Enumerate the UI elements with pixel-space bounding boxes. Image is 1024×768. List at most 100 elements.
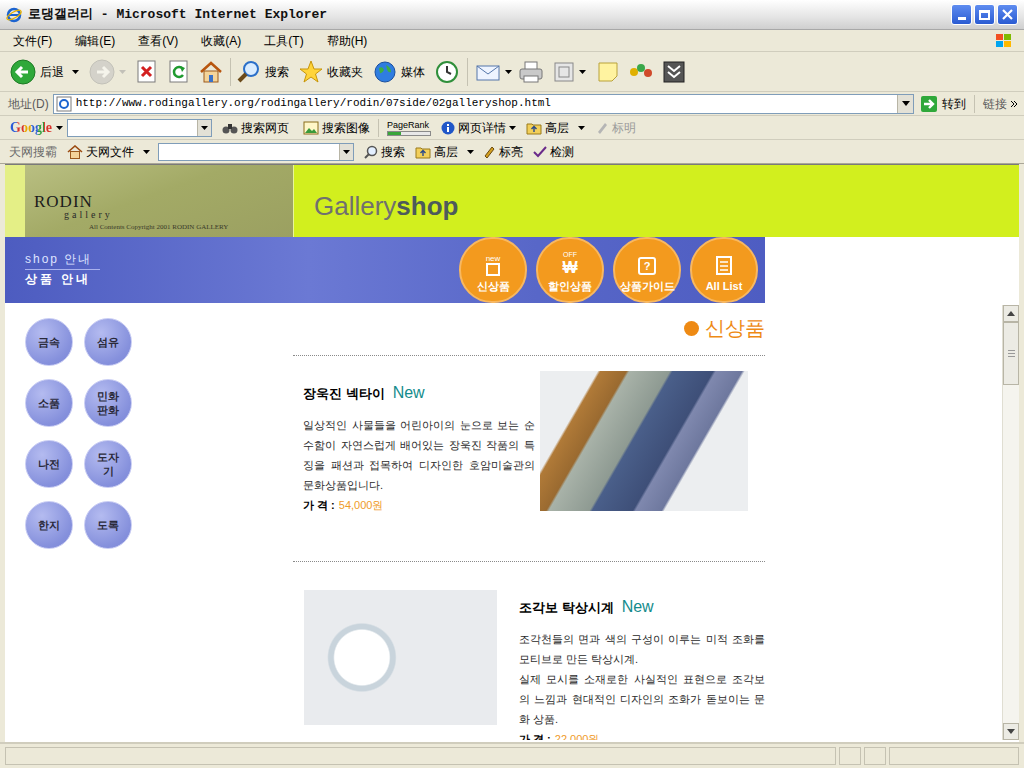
section-title: 신상품 — [705, 313, 765, 343]
back-button[interactable]: 后退 — [10, 59, 83, 85]
mail-button[interactable] — [476, 61, 512, 83]
tianwang-up-label: 高层 — [434, 143, 458, 161]
product-card[interactable]: 조각보 탁상시계New조각천들의 면과 색의 구성이 이루는 미적 조화를 모티… — [293, 562, 765, 740]
nav-button[interactable]: ?상품가이드 — [613, 237, 681, 303]
menu-item[interactable]: 收藏(A) — [195, 31, 247, 51]
dropdown-icon — [902, 101, 910, 106]
magnifier-icon — [237, 60, 261, 84]
note-button[interactable] — [596, 60, 620, 84]
down-arrow-icon — [1007, 729, 1015, 734]
category-label: 한지 — [38, 518, 60, 532]
scroll-thumb[interactable] — [1003, 322, 1019, 385]
nav-badge: OFF — [563, 251, 577, 259]
maximize-button[interactable] — [974, 4, 995, 25]
scroll-up-button[interactable] — [1003, 305, 1019, 322]
binoculars-icon — [222, 121, 238, 135]
menu-item[interactable]: 编辑(E) — [69, 31, 121, 51]
nav-glyph: ₩ — [562, 259, 577, 276]
tianwang-check-button[interactable]: 检测 — [533, 143, 574, 161]
product-price: 가 격 :54,000원 — [303, 495, 535, 515]
tianwang-search-button[interactable]: 搜索 — [364, 143, 405, 161]
tianwang-highlight-button[interactable]: 标亮 — [482, 143, 523, 161]
stop-button[interactable] — [136, 60, 158, 84]
tianwang-search-label: 搜索 — [381, 143, 405, 161]
nav-button[interactable]: new신상품 — [459, 237, 527, 303]
up-button[interactable]: 高层 — [526, 119, 585, 137]
close-button[interactable] — [997, 4, 1018, 25]
search-web-button[interactable]: 搜索网页 — [222, 119, 289, 137]
tianwang-up-button[interactable]: 高层 — [415, 143, 474, 161]
address-bar: 地址(D) http://www.rodingallery.org/roding… — [0, 92, 1024, 116]
toolbar: 后退 搜索 收藏夹 媒体 — [0, 52, 1024, 92]
search-button[interactable]: 搜索 — [237, 60, 289, 84]
category-button[interactable]: 소품 — [25, 379, 73, 427]
tianwang-highlight-label: 标亮 — [499, 143, 523, 161]
google-search-field[interactable] — [67, 119, 212, 137]
new-badge: New — [393, 381, 425, 405]
media-label: 媒体 — [401, 63, 425, 81]
tianwang-toolbar: 天网搜霸 天网文件 搜索 高层 标亮 检测 — [0, 140, 1024, 164]
product-name[interactable]: 조각보 탁상시계 — [519, 598, 614, 618]
menu-item[interactable]: 查看(V) — [132, 31, 184, 51]
note-icon — [596, 60, 620, 84]
google-toolbar: Google 搜索网页 搜索图像 PageRank 网页详情 高层 — [0, 116, 1024, 140]
media-button[interactable]: 媒体 — [373, 60, 425, 84]
scroll-down-button[interactable] — [1003, 723, 1019, 740]
category-label: 금속 — [38, 335, 60, 349]
home-button[interactable] — [198, 60, 224, 84]
site-logo[interactable]: RODIN gallery All Contents Copyright 200… — [25, 165, 293, 237]
close-icon — [1002, 9, 1013, 20]
plugin-button[interactable] — [628, 60, 654, 84]
windows-logo-icon — [994, 32, 1014, 50]
category-button[interactable]: 도록 — [84, 501, 132, 549]
messenger-button[interactable] — [662, 60, 686, 84]
dropdown-icon — [467, 150, 474, 154]
tianwang-search-field[interactable] — [158, 143, 354, 161]
side-menu-item[interactable]: 상품 안내 — [25, 270, 100, 289]
google-logo[interactable]: Google — [10, 117, 52, 138]
links-button[interactable]: 链接 — [983, 95, 1018, 113]
nav-icon-area: new — [486, 248, 501, 276]
edit-button[interactable] — [552, 60, 586, 84]
product-card[interactable]: 장욱진 넥타이New일상적인 사물들을 어린아이의 눈으로 보는 순수함이 자연… — [293, 356, 765, 562]
category-button[interactable]: 금속 — [25, 318, 73, 366]
menu-item[interactable]: 文件(F) — [7, 31, 58, 51]
category-label: 소품 — [38, 396, 60, 410]
side-menu-item[interactable]: shop 안내 — [25, 250, 100, 270]
forward-arrow-icon — [89, 59, 115, 85]
refresh-button[interactable] — [168, 60, 190, 84]
nav-button[interactable]: OFF₩ 할인상품 — [536, 237, 604, 303]
go-button[interactable]: 转到 — [920, 95, 966, 113]
history-button[interactable] — [435, 60, 459, 84]
minimize-button[interactable] — [951, 4, 972, 25]
product-photo[interactable] — [304, 590, 497, 725]
highlight-button[interactable]: 标明 — [595, 119, 636, 137]
product-name[interactable]: 장욱진 넥타이 — [303, 384, 385, 404]
category-button[interactable]: 나전 — [25, 440, 73, 488]
dropdown-icon — [343, 150, 350, 154]
forward-button[interactable] — [89, 59, 126, 85]
page-info-button[interactable]: 网页详情 — [441, 119, 516, 137]
dropdown-icon — [56, 126, 63, 130]
menu-item[interactable]: 帮助(H) — [321, 31, 374, 51]
pagerank-label: PageRank — [387, 120, 429, 130]
category-button[interactable]: 민화 판화 — [84, 379, 132, 427]
search-images-button[interactable]: 搜索图像 — [303, 119, 370, 137]
nav-button[interactable]: All List — [690, 237, 758, 303]
folder-up-icon — [415, 145, 431, 159]
menu-item[interactable]: 工具(T) — [258, 31, 309, 51]
print-button[interactable] — [518, 60, 544, 84]
scrollbar[interactable] — [1002, 305, 1019, 740]
nav-label: 할인상품 — [548, 279, 592, 293]
tianwang-files-button[interactable]: 天网文件 — [67, 143, 150, 161]
category-button[interactable]: 한지 — [25, 501, 73, 549]
product-photo[interactable] — [540, 371, 748, 511]
category-button[interactable]: 섬유 — [84, 318, 132, 366]
go-label: 转到 — [942, 95, 966, 113]
category-button[interactable]: 도자기 — [84, 440, 132, 488]
address-dropdown[interactable] — [897, 95, 913, 113]
address-field[interactable]: http://www.rodingallery.org/rodingallery… — [53, 94, 914, 114]
guide-box-icon: ? — [638, 257, 656, 275]
favorites-button[interactable]: 收藏夹 — [299, 60, 363, 84]
product-description: 조각천들의 면과 색의 구성이 이루는 미적 조화를 모티브로 만든 탁상시계.… — [519, 629, 765, 729]
